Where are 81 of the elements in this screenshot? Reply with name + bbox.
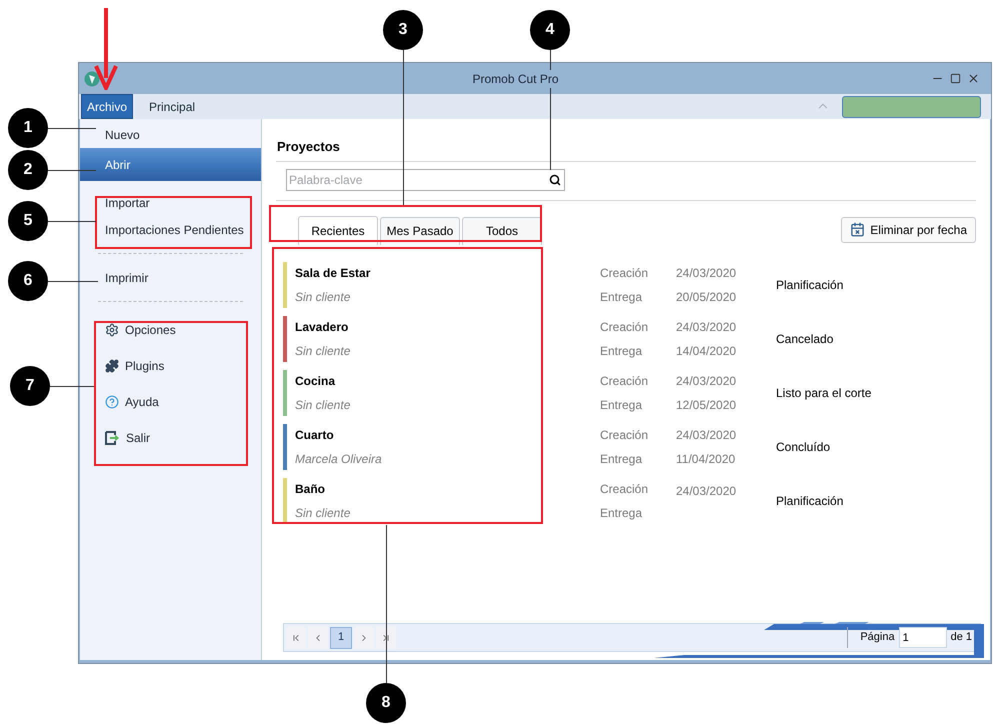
callout-number: 1 [8,108,48,148]
sidebar-item[interactable]: Opciones [80,312,261,348]
delivery-label: Entrega [600,342,644,360]
sidebar-item[interactable]: Importaciones Pendientes [80,216,261,243]
sidebar-item[interactable]: Salir [80,420,261,456]
delivery-date: 11/04/2020 [676,450,736,468]
leader-line [48,170,96,171]
callout-number: 7 [10,366,50,406]
filter-tab[interactable]: Mes Pasado [380,216,460,244]
puzzle-icon [105,359,119,373]
created-label: Creación [600,318,650,336]
maximize-icon[interactable] [950,73,961,84]
help-icon [105,395,119,409]
delivery-label: Entrega [600,450,644,468]
project-name[interactable]: Cuarto [295,426,600,444]
page-label: Página [860,630,895,646]
project-client: Marcela Oliveira [295,450,383,468]
filter-tab[interactable]: Todos [462,216,542,244]
delivery-date: 14/04/2020 [676,342,738,360]
close-icon[interactable] [967,72,980,85]
first-page-icon [291,632,301,642]
last-page-button[interactable] [376,626,396,648]
project-client: Sin cliente [295,342,352,360]
callout-number: 4 [530,10,570,50]
sidebar-item[interactable]: Abrir [80,148,261,181]
delivery-label: Entrega [600,288,644,306]
callout-number: 8 [366,683,406,723]
project-status: Concluído [776,438,830,456]
delivery-date: 12/05/2020 [676,396,738,414]
created-label: Creación [600,426,650,444]
sidebar-item[interactable]: Plugins [80,348,261,384]
sidebar-item[interactable]: Nuevo [80,121,261,148]
project-status: Listo para el corte [776,384,872,402]
page-button[interactable]: 1 [330,626,352,648]
created-label: Creación [600,372,650,390]
sidebar-item[interactable]: Ayuda [80,384,261,420]
leader-line [48,221,96,222]
leader-line [50,386,94,387]
menu-tab[interactable]: Archivo [81,94,134,119]
calendar-icon [850,222,866,237]
gear-icon [105,323,119,337]
project-name[interactable]: Baño [295,480,600,498]
leader-line [48,281,98,282]
project-status: Planificación [776,492,844,510]
callout-number: 3 [383,10,423,50]
created-label: Creación [600,264,650,282]
project-client: Sin cliente [295,504,352,522]
delete-by-date-button[interactable]: Eliminar por fecha [841,216,976,242]
created-date: 24/03/2020 [676,318,738,336]
section-heading: Proyectos [276,138,341,156]
project-status: Planificación [776,276,844,294]
project-name[interactable]: Cocina [295,372,600,390]
page-count: de 1 [950,630,972,646]
leader-line [48,128,96,129]
sidebar-item[interactable]: Imprimir [80,264,261,291]
project-status: Cancelado [776,330,834,348]
first-page-button[interactable] [286,626,306,648]
callout-number: 6 [8,261,48,301]
callout-number: 5 [8,201,48,241]
search-field[interactable]: Palabra-clave [286,168,565,190]
delivery-label: Entrega [600,396,644,414]
filter-tab[interactable]: Recientes [298,216,378,244]
page-number-field[interactable]: 1 [898,627,947,648]
project-name[interactable]: Lavadero [295,318,600,336]
project-client: Sin cliente [295,288,352,306]
delivery-label: Entrega [600,504,644,522]
created-label: Creación [600,480,650,498]
created-date: 24/03/2020 [676,482,738,500]
sidebar-item[interactable]: Importar [80,189,261,216]
delivery-date: 20/05/2020 [676,288,738,306]
created-date: 24/03/2020 [676,426,738,444]
callout-number: 2 [8,150,48,190]
last-page-icon [381,632,391,642]
created-date: 24/03/2020 [676,372,738,390]
project-name[interactable]: Sala de Estar [295,264,600,282]
project-client: Sin cliente [295,396,352,414]
app-logo-icon [84,70,100,86]
search-icon[interactable] [549,174,561,186]
created-date: 24/03/2020 [676,264,738,282]
exit-icon [105,431,120,445]
menu-tab[interactable]: Principal [133,94,212,119]
